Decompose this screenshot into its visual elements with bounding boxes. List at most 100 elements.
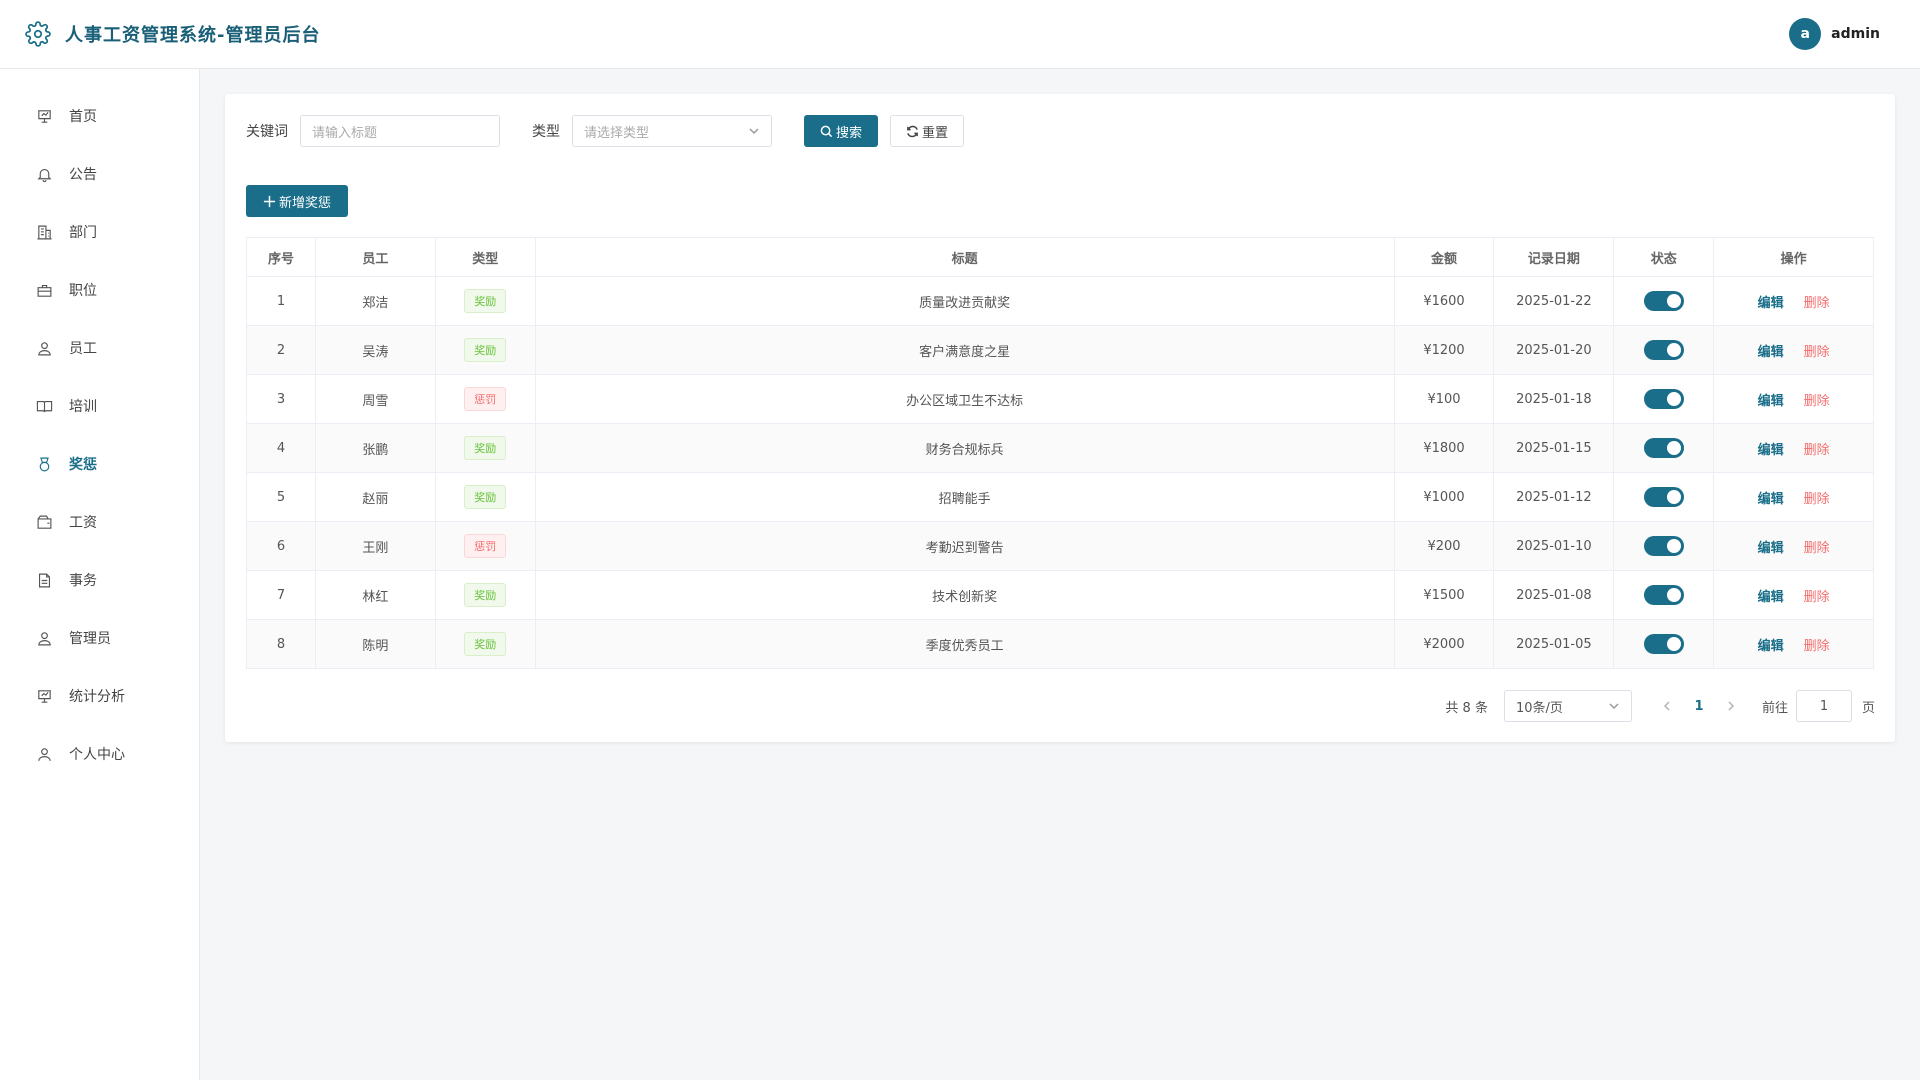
edit-link[interactable]: 编辑 [1758, 586, 1784, 605]
status-toggle[interactable] [1643, 340, 1684, 360]
status-toggle[interactable] [1643, 389, 1684, 409]
cell-title: 考勤迟到警告 [536, 522, 1395, 570]
sidebar-item-profile[interactable]: 个人中心 [0, 725, 199, 783]
type-tag: 奖励 [464, 436, 507, 460]
cell-status [1614, 375, 1715, 423]
search-button[interactable]: 搜索 [804, 115, 878, 147]
cell-actions: 编辑 删除 [1714, 424, 1873, 472]
page-size-select[interactable]: 10条/页 [1503, 690, 1632, 722]
sidebar-item-admin[interactable]: 管理员 [0, 609, 199, 667]
cell-no: 4 [247, 424, 316, 472]
cell-no: 6 [247, 522, 316, 570]
sidebar-item-label: 事务 [69, 573, 97, 589]
cell-employee: 陈明 [316, 620, 436, 668]
edit-link[interactable]: 编辑 [1758, 341, 1784, 360]
username[interactable]: admin [1831, 26, 1880, 42]
cell-actions: 编辑 删除 [1714, 620, 1873, 668]
reset-button-label: 重置 [921, 125, 948, 141]
status-toggle[interactable] [1643, 487, 1684, 507]
status-toggle[interactable] [1643, 536, 1684, 556]
filter-bar: 关键词 请输入标题 类型 请选择类型 搜索 重置 [246, 115, 964, 147]
sidebar-item-department[interactable]: 部门 [0, 203, 199, 261]
sidebar-item-home[interactable]: 首页 [0, 87, 199, 145]
delete-link[interactable]: 删除 [1804, 390, 1830, 409]
edit-link[interactable]: 编辑 [1758, 488, 1784, 507]
cell-status [1614, 571, 1715, 619]
delete-link[interactable]: 删除 [1804, 488, 1830, 507]
sidebar-item-notice[interactable]: 公告 [0, 145, 199, 203]
cell-title: 技术创新奖 [536, 571, 1395, 619]
goto-page-input[interactable]: 1 [1795, 690, 1852, 722]
cell-amount: ¥1200 [1395, 326, 1495, 374]
cell-actions: 编辑 删除 [1714, 473, 1873, 521]
app-title: 人事工资管理系统-管理员后台 [65, 25, 321, 46]
edit-link[interactable]: 编辑 [1758, 390, 1784, 409]
delete-link[interactable]: 删除 [1804, 439, 1830, 458]
column-header: 金额 [1395, 238, 1495, 276]
plus-icon [263, 195, 276, 207]
table-row: 3 周雪 惩罚 办公区域卫生不达标 ¥100 2025-01-18 编辑 删除 [247, 375, 1873, 424]
reset-button[interactable]: 重置 [890, 115, 964, 147]
sidebar-item-position[interactable]: 职位 [0, 261, 199, 319]
dashboard-icon [38, 109, 51, 123]
status-toggle[interactable] [1643, 438, 1684, 458]
briefcase-icon [37, 284, 52, 297]
sidebar-item-label: 统计分析 [69, 689, 125, 705]
edit-link[interactable]: 编辑 [1758, 292, 1784, 311]
sidebar-item-training[interactable]: 培训 [0, 377, 199, 435]
type-label: 类型 [532, 124, 560, 140]
cell-actions: 编辑 删除 [1714, 277, 1873, 325]
sidebar-item-statistics[interactable]: 统计分析 [0, 667, 199, 725]
next-page-button[interactable] [1716, 701, 1746, 711]
column-header: 状态 [1614, 238, 1715, 276]
type-tag: 奖励 [464, 485, 507, 509]
add-button-label: 新增奖惩 [278, 195, 331, 211]
delete-link[interactable]: 删除 [1804, 635, 1830, 654]
cell-type: 奖励 [436, 571, 536, 619]
page-number[interactable]: 1 [1682, 699, 1716, 714]
building-icon [37, 225, 52, 239]
main-card: 关键词 请输入标题 类型 请选择类型 搜索 重置 新增奖惩 序号 员工 类型 标… [225, 94, 1895, 742]
table-row: 8 陈明 奖励 季度优秀员工 ¥2000 2025-01-05 编辑 删除 [247, 620, 1873, 669]
edit-link[interactable]: 编辑 [1758, 439, 1784, 458]
cell-no: 7 [247, 571, 316, 619]
delete-link[interactable]: 删除 [1804, 586, 1830, 605]
sidebar-item-employee[interactable]: 员工 [0, 319, 199, 377]
book-icon [36, 400, 53, 412]
table-row: 4 张鹏 奖励 财务合规标兵 ¥1800 2025-01-15 编辑 删除 [247, 424, 1873, 473]
sidebar-item-label: 培训 [69, 399, 97, 415]
column-header: 记录日期 [1494, 238, 1615, 276]
user-menu[interactable]: a admin [1789, 18, 1880, 50]
status-toggle[interactable] [1643, 291, 1684, 311]
edit-link[interactable]: 编辑 [1758, 537, 1784, 556]
cell-status [1614, 473, 1715, 521]
bell-icon [37, 168, 52, 182]
status-toggle[interactable] [1643, 634, 1684, 654]
page-unit: 页 [1861, 700, 1875, 716]
type-select[interactable]: 请选择类型 [572, 115, 772, 147]
delete-link[interactable]: 删除 [1804, 537, 1830, 556]
add-reward-button[interactable]: 新增奖惩 [246, 185, 348, 217]
cell-amount: ¥1000 [1395, 473, 1495, 521]
cell-title: 季度优秀员工 [536, 620, 1395, 668]
sidebar-item-label: 工资 [69, 515, 97, 531]
delete-link[interactable]: 删除 [1804, 341, 1830, 360]
cell-title: 客户满意度之星 [536, 326, 1395, 374]
cell-amount: ¥1500 [1395, 571, 1495, 619]
rewards-table: 序号 员工 类型 标题 金额 记录日期 状态 操作 1 郑洁 奖励 质量改进贡献… [246, 237, 1874, 669]
cell-employee: 周雪 [316, 375, 436, 423]
status-toggle[interactable] [1643, 585, 1684, 605]
keyword-input[interactable]: 请输入标题 [300, 115, 500, 147]
cell-status [1614, 522, 1715, 570]
sidebar-item-affairs[interactable]: 事务 [0, 551, 199, 609]
avatar[interactable]: a [1789, 18, 1822, 50]
sidebar-item-salary[interactable]: 工资 [0, 493, 199, 551]
prev-page-button[interactable] [1652, 701, 1682, 711]
cell-employee: 郑洁 [316, 277, 436, 325]
delete-link[interactable]: 删除 [1804, 292, 1830, 311]
edit-link[interactable]: 编辑 [1758, 635, 1784, 654]
sidebar-item-rewards[interactable]: 奖惩 [0, 435, 199, 493]
cell-type: 奖励 [436, 277, 536, 325]
cell-type: 惩罚 [436, 522, 536, 570]
table-row: 7 林红 奖励 技术创新奖 ¥1500 2025-01-08 编辑 删除 [247, 571, 1873, 620]
